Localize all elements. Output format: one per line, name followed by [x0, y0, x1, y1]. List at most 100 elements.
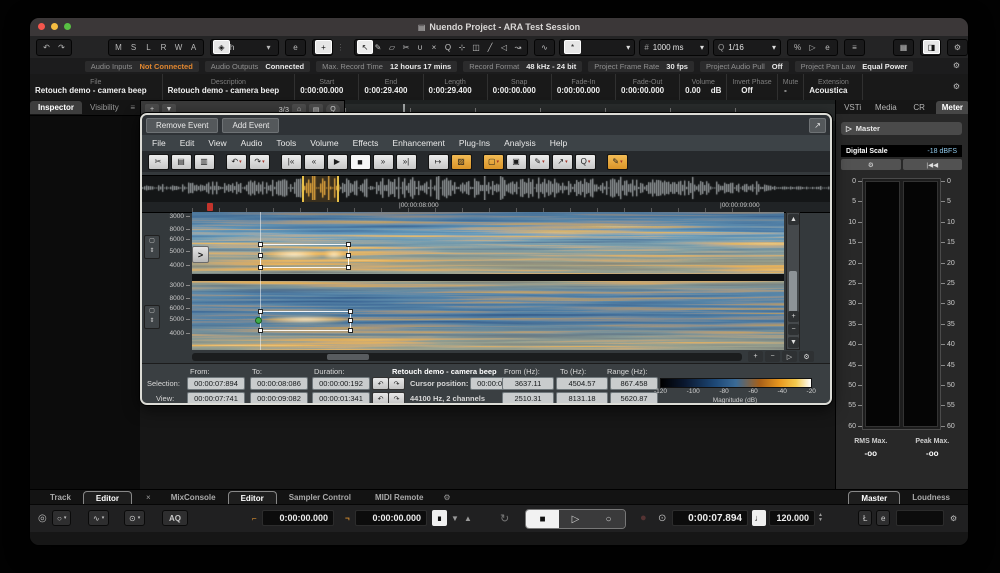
info-column[interactable]: Fade-Out 0:00:00.000 [616, 74, 680, 100]
right-locator-flag-icon[interactable]: ¬ [345, 510, 350, 526]
tool-button[interactable]: ◁ [497, 41, 511, 53]
zone-tab[interactable]: Loudness [900, 491, 962, 504]
playhead-marker[interactable] [207, 203, 213, 211]
rms-max-value[interactable]: -oo [840, 449, 902, 458]
menu-item[interactable]: Help [550, 138, 567, 148]
menu-item[interactable]: Effects [353, 138, 379, 148]
editor-tool-button[interactable]: ↷▾ [249, 154, 270, 170]
automation-button[interactable]: L [141, 41, 156, 53]
selection-anchor-dot[interactable] [255, 317, 262, 324]
zone-tab[interactable]: Editor [228, 491, 277, 505]
selection-from-field[interactable]: 00:00:07:894 [187, 377, 245, 390]
info-line-gear-icon[interactable]: ⚙ [953, 82, 960, 91]
info-column[interactable]: Extension Acoustica [804, 74, 863, 100]
edit-channel-button[interactable]: e [288, 41, 303, 53]
transport-gear-icon[interactable]: ⚙ [950, 510, 957, 526]
tempo-stepper[interactable]: ▲▼ [818, 510, 823, 526]
sidebar-menu-icon[interactable]: ≡ [130, 103, 140, 112]
scroll-down-icon[interactable]: ▼ [788, 337, 799, 348]
toolbar-settings-gear-icon[interactable]: ⚙ [950, 41, 965, 53]
selection-to-field[interactable]: 00:00:08:086 [250, 377, 308, 390]
tool-button[interactable]: ✎ [371, 41, 385, 53]
tool-button[interactable]: ◫ [469, 41, 483, 53]
info-column[interactable]: Invert Phase Off [727, 74, 777, 100]
info-column[interactable]: Fade-In 0:00:00.000 [552, 74, 616, 100]
editor-tool-button[interactable]: ▣ [506, 154, 527, 170]
automation-button[interactable]: A [186, 41, 201, 53]
selection-from-hz-field[interactable]: 3637.11 [502, 377, 554, 390]
tool-button[interactable]: ↖ [357, 40, 373, 54]
selection-handle[interactable] [346, 265, 351, 270]
view-to-field[interactable]: 00:00:09:082 [250, 392, 308, 405]
zone-tab[interactable]: MIDI Remote [363, 491, 435, 504]
chevron-down-icon[interactable]: ▾ [261, 41, 276, 53]
lower-zone-gear-icon[interactable]: ⚙ [443, 493, 450, 502]
menu-item[interactable]: View [208, 138, 226, 148]
tool-button[interactable]: Q [441, 41, 455, 53]
view-undo-button[interactable]: ↶ [372, 392, 389, 405]
automation-button[interactable]: R [156, 41, 171, 53]
chevron-down-icon[interactable]: ▾ [626, 43, 630, 52]
tab-visibility[interactable]: Visibility [82, 101, 127, 114]
editor-tool-button[interactable]: » [373, 154, 394, 170]
menu-item[interactable]: Volume [310, 138, 338, 148]
selection-handle[interactable] [348, 328, 353, 333]
view-range-hz-field[interactable]: 5620.87 [610, 392, 658, 405]
status-chip[interactable]: Audio Inputs Not Connected [85, 61, 199, 72]
audio-record-mode-button[interactable]: ∿▾ [88, 510, 109, 526]
editor-tool-button[interactable]: ✂ [148, 154, 169, 170]
zone-tab[interactable]: MixConsole [159, 491, 228, 504]
snap-zero-crossing-button[interactable]: ∿ [537, 41, 552, 53]
view-duration-field[interactable]: 00:00:01:341 [312, 392, 370, 405]
add-event-button[interactable]: Add Event [222, 118, 279, 133]
automation-button[interactable]: S [126, 41, 141, 53]
right-locator-field[interactable]: 0:00:00.000 [355, 510, 427, 526]
automation-button[interactable]: M [111, 41, 126, 53]
selection-undo-button[interactable]: ↶ [372, 377, 389, 390]
selection-handle[interactable] [348, 309, 353, 314]
vertical-scrollbar[interactable]: ▲ + − ▼ [786, 212, 800, 350]
selection-handle[interactable] [258, 309, 263, 314]
status-chip[interactable]: Project Frame Rate 30 fps [588, 61, 694, 72]
chevron-down-icon[interactable]: ▾ [772, 43, 776, 52]
view-from-field[interactable]: 00:00:07:741 [187, 392, 245, 405]
auto-scroll-button[interactable]: + [315, 40, 332, 54]
menu-item[interactable]: Audio [241, 138, 263, 148]
tab-inspector[interactable]: Inspector [30, 101, 82, 114]
editor-expand-icon[interactable]: ↗ [809, 118, 826, 133]
status-chip[interactable]: Record Format 48 kHz - 24 bit [463, 61, 582, 72]
selection-handle[interactable] [258, 242, 263, 247]
automation-button[interactable]: W [171, 41, 186, 53]
status-chip[interactable]: Audio Outputs Connected [205, 61, 310, 72]
editor-tool-button[interactable]: ✎▾ [607, 154, 628, 170]
record-button[interactable]: ○ [592, 510, 625, 528]
editor-tool-button[interactable]: ✎▾ [529, 154, 550, 170]
info-column[interactable]: File Retouch demo - camera beep [30, 74, 163, 100]
tool-button[interactable]: ↝ [511, 41, 525, 53]
snap-icon[interactable]: * [564, 40, 581, 54]
time-format-clock-icon[interactable]: ⊙ [658, 510, 666, 526]
zoom-out-vertical-button[interactable]: − [788, 324, 799, 335]
audio-alignment-button[interactable]: ≡ [847, 41, 862, 53]
right-zone-tab[interactable]: VSTi [836, 101, 869, 114]
workspace-layout-icon[interactable]: ▦ [896, 41, 911, 53]
info-column[interactable]: Snap 0:00:00.000 [488, 74, 552, 100]
editor-tool-button[interactable]: ↦ [428, 154, 449, 170]
selection-handle[interactable] [346, 253, 351, 258]
selection-duration-field[interactable]: 00:00:00:192 [312, 377, 370, 390]
zoom-in-horizontal-button[interactable]: + [748, 351, 763, 362]
tempo-note-icon[interactable]: ♩ [752, 510, 766, 526]
info-column[interactable]: Length 0:00:29.400 [424, 74, 488, 100]
tool-button[interactable]: ▱ [385, 41, 399, 53]
zoom-window-button[interactable] [64, 23, 71, 30]
editor-tool-button[interactable]: |« [281, 154, 302, 170]
remove-event-button[interactable]: Remove Event [146, 118, 218, 133]
selection-action-button[interactable]: > [192, 246, 209, 263]
right-zone-toggle[interactable]: ◨ [923, 40, 940, 54]
overview-view-range[interactable] [302, 176, 339, 202]
scroll-up-icon[interactable]: ▲ [788, 214, 799, 225]
lock-icon[interactable]: ∎ [432, 510, 447, 526]
hscroll-thumb[interactable] [327, 354, 369, 360]
peak-max-value[interactable]: -oo [902, 449, 964, 458]
audio-quantize-button[interactable]: AQ [162, 510, 188, 526]
